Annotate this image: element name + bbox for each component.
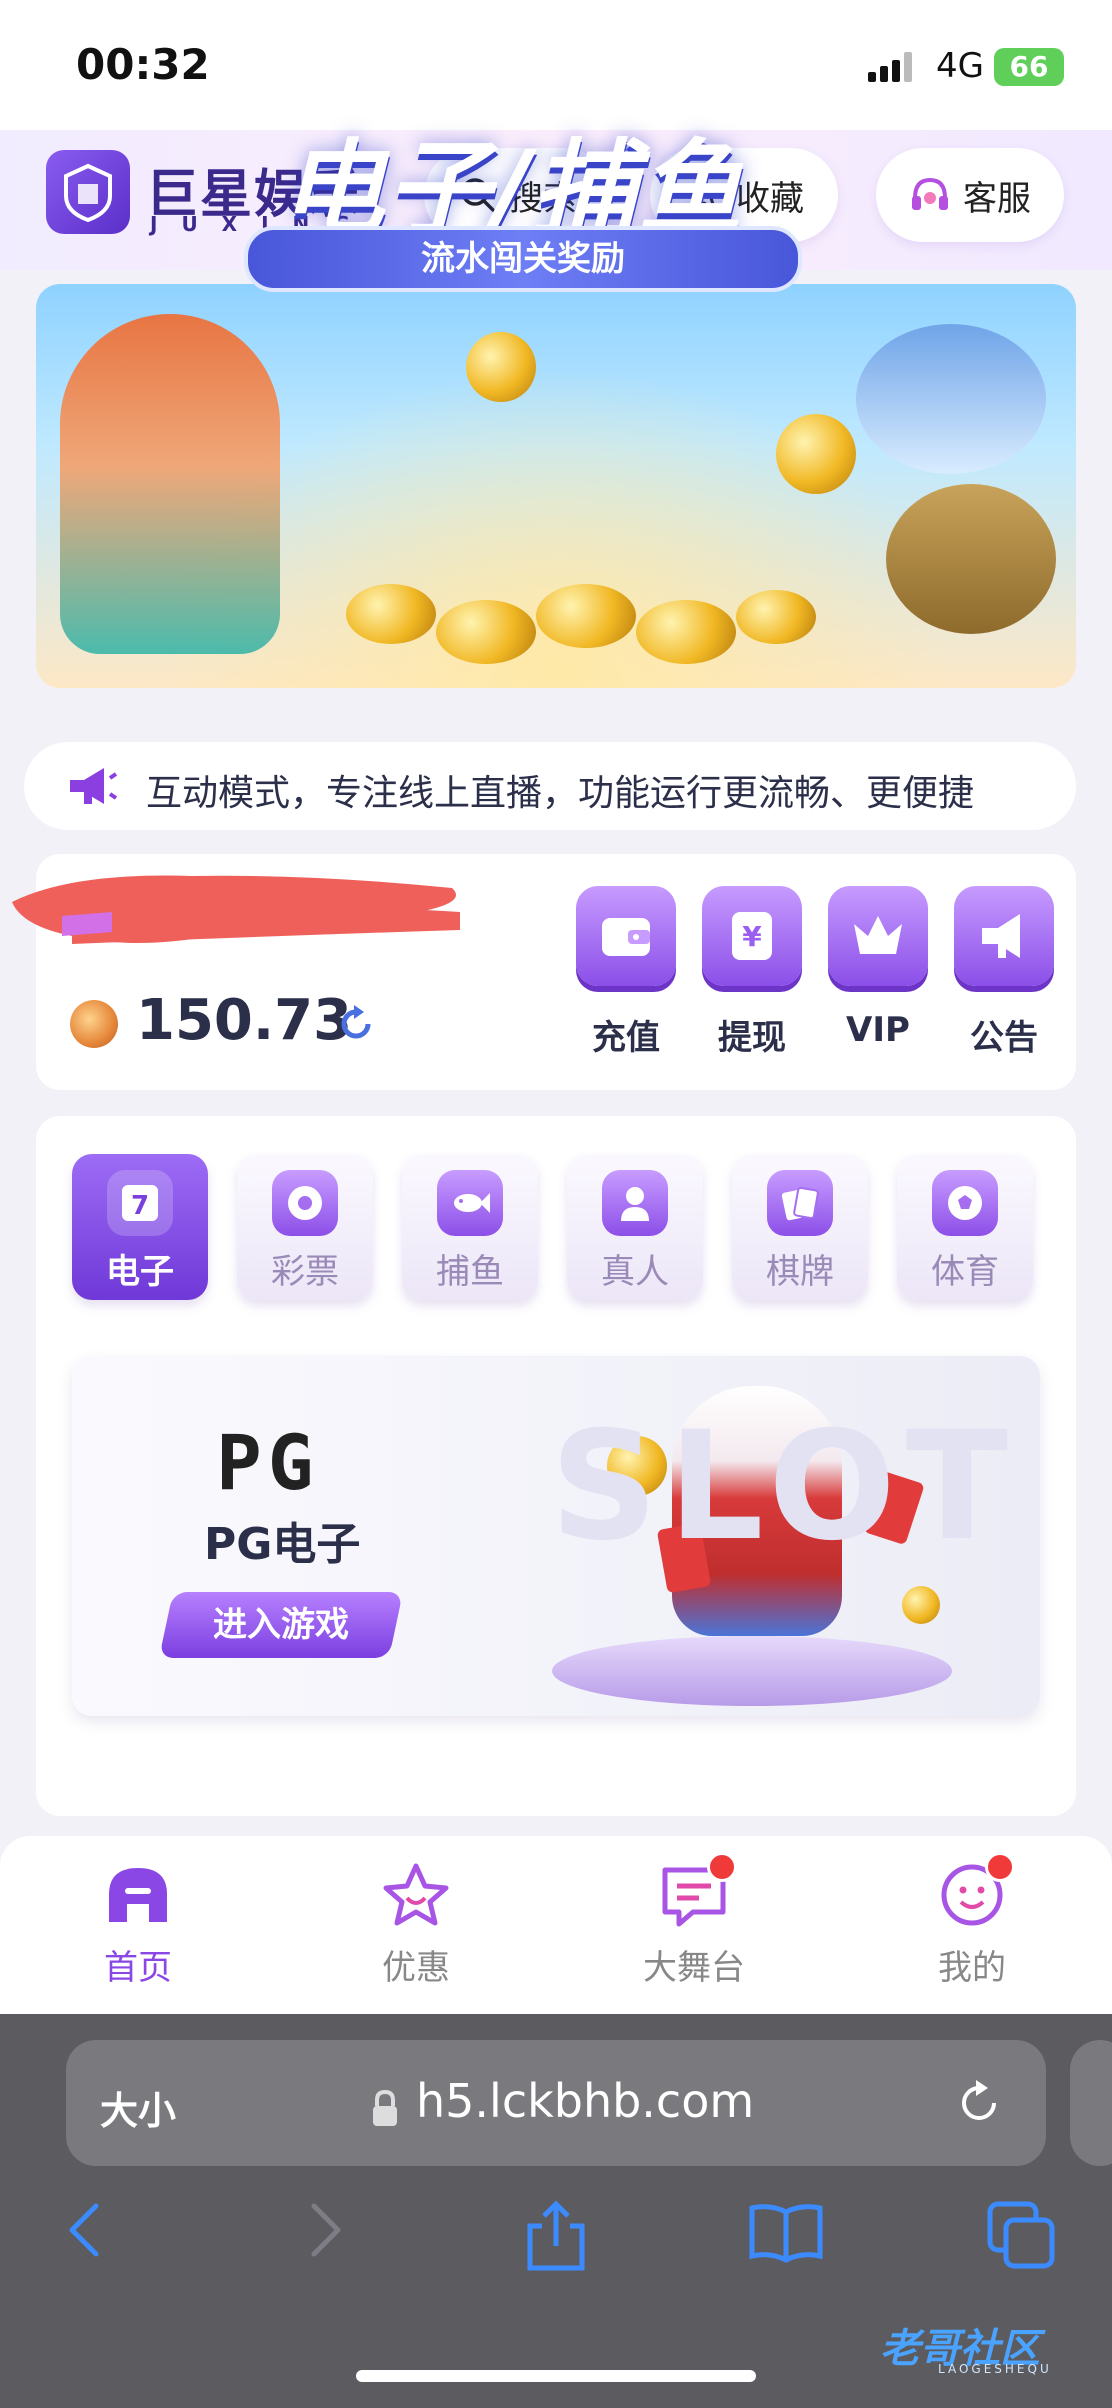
nav-label: 我的 [938, 1948, 1006, 1988]
yen-card-icon: ¥ [732, 912, 772, 960]
banner-subtitle: 流水闯关奖励 [244, 226, 802, 292]
home-indicator [356, 2370, 756, 2382]
tab-label: 棋牌 [766, 1252, 834, 1292]
lottery-ball-icon [288, 1186, 322, 1220]
home-icon [109, 1868, 167, 1922]
tab-electronic[interactable]: 7 电子 [72, 1154, 208, 1300]
notification-badge [985, 1852, 1015, 1882]
redacted-username [12, 875, 460, 944]
customer-service-label: 客服 [963, 178, 1031, 219]
fish-icon [454, 1193, 490, 1213]
favorites-label: 收藏 [736, 178, 804, 219]
announcement-text: 互动模式，专注线上直播，功能运行更流畅、更便捷 [146, 773, 975, 814]
tab-label: 捕鱼 [436, 1252, 504, 1292]
withdraw-button[interactable]: ¥ [702, 886, 802, 986]
vip-button[interactable] [828, 886, 928, 986]
status-time: 00:32 [76, 40, 210, 89]
back-icon[interactable] [64, 2200, 104, 2260]
svg-text:¥: ¥ [742, 920, 762, 953]
playing-cards-icon [781, 1186, 819, 1221]
tab-live[interactable]: 真人 [567, 1154, 703, 1300]
text-size-button[interactable]: 大小 [100, 2080, 176, 2135]
battery-indicator: 66 [994, 48, 1064, 86]
nav-stage[interactable]: 大舞台 [604, 1852, 784, 1989]
tab-label: 彩票 [271, 1252, 339, 1292]
signal-icon [868, 52, 912, 82]
nav-mine[interactable]: 我的 [882, 1852, 1062, 1989]
withdraw-label: 提现 [718, 1018, 786, 1058]
customer-service-button[interactable]: 客服 [876, 148, 1064, 242]
star-icon [383, 1863, 449, 1926]
notification-badge [707, 1852, 737, 1882]
tab-lottery[interactable]: 彩票 [237, 1154, 373, 1300]
skate-platform [552, 1636, 952, 1706]
reload-icon[interactable] [954, 2078, 1004, 2128]
tab-sports[interactable]: 体育 [897, 1154, 1033, 1300]
mermaid-character [60, 314, 280, 654]
promo-banner[interactable] [36, 284, 1076, 688]
nav-label: 首页 [104, 1948, 172, 1988]
shark-character [856, 324, 1046, 474]
nav-home[interactable]: 首页 [48, 1860, 228, 1989]
refresh-icon[interactable] [336, 1004, 376, 1044]
pg-logo: PG [216, 1418, 320, 1507]
next-tab-peek[interactable] [1070, 2040, 1112, 2166]
tab-fishing[interactable]: 捕鱼 [402, 1154, 538, 1300]
headset-icon [912, 177, 948, 210]
watermark-subtext: LAOGESHEQU [938, 2362, 1052, 2376]
frog-character [886, 484, 1056, 634]
forward-icon[interactable] [306, 2200, 346, 2260]
logo-icon [46, 150, 130, 234]
megaphone-icon [70, 768, 118, 804]
enter-game-button[interactable]: 进入游戏 [158, 1592, 404, 1658]
lock-icon [373, 2089, 397, 2126]
crown-icon [854, 916, 902, 954]
bookmarks-icon[interactable] [748, 2200, 824, 2264]
notice-label: 公告 [970, 1018, 1038, 1058]
notice-button[interactable] [954, 886, 1054, 986]
nav-promotions[interactable]: 优惠 [326, 1860, 506, 1989]
balance-amount: 150.73 [136, 988, 353, 1053]
coin-icon [70, 1000, 118, 1048]
tabs-icon[interactable] [986, 2200, 1056, 2270]
person-icon [621, 1187, 649, 1221]
wallet-icon [602, 918, 650, 956]
tab-label: 电子 [106, 1252, 174, 1292]
tab-label: 体育 [931, 1252, 999, 1292]
slot-watermark: SLOT [550, 1400, 1019, 1574]
soccer-ball-icon [948, 1186, 982, 1220]
game-card-title: PG电子 [204, 1519, 361, 1570]
deposit-label: 充值 [592, 1018, 660, 1058]
megaphone-icon [982, 914, 1020, 958]
network-type: 4G [936, 46, 984, 86]
vip-label: VIP [846, 1010, 910, 1050]
nav-label: 优惠 [382, 1948, 450, 1988]
share-icon[interactable] [524, 2200, 588, 2272]
deposit-button[interactable] [576, 886, 676, 986]
slot-seven-icon: 7 [122, 1185, 158, 1221]
svg-text:7: 7 [131, 1191, 149, 1221]
nav-label: 大舞台 [643, 1948, 745, 1988]
enter-game-label: 进入游戏 [213, 1605, 349, 1645]
tab-cards[interactable]: 棋牌 [732, 1154, 868, 1300]
tab-label: 真人 [601, 1252, 669, 1292]
url-text: h5.lckbhb.com [416, 2074, 755, 2128]
